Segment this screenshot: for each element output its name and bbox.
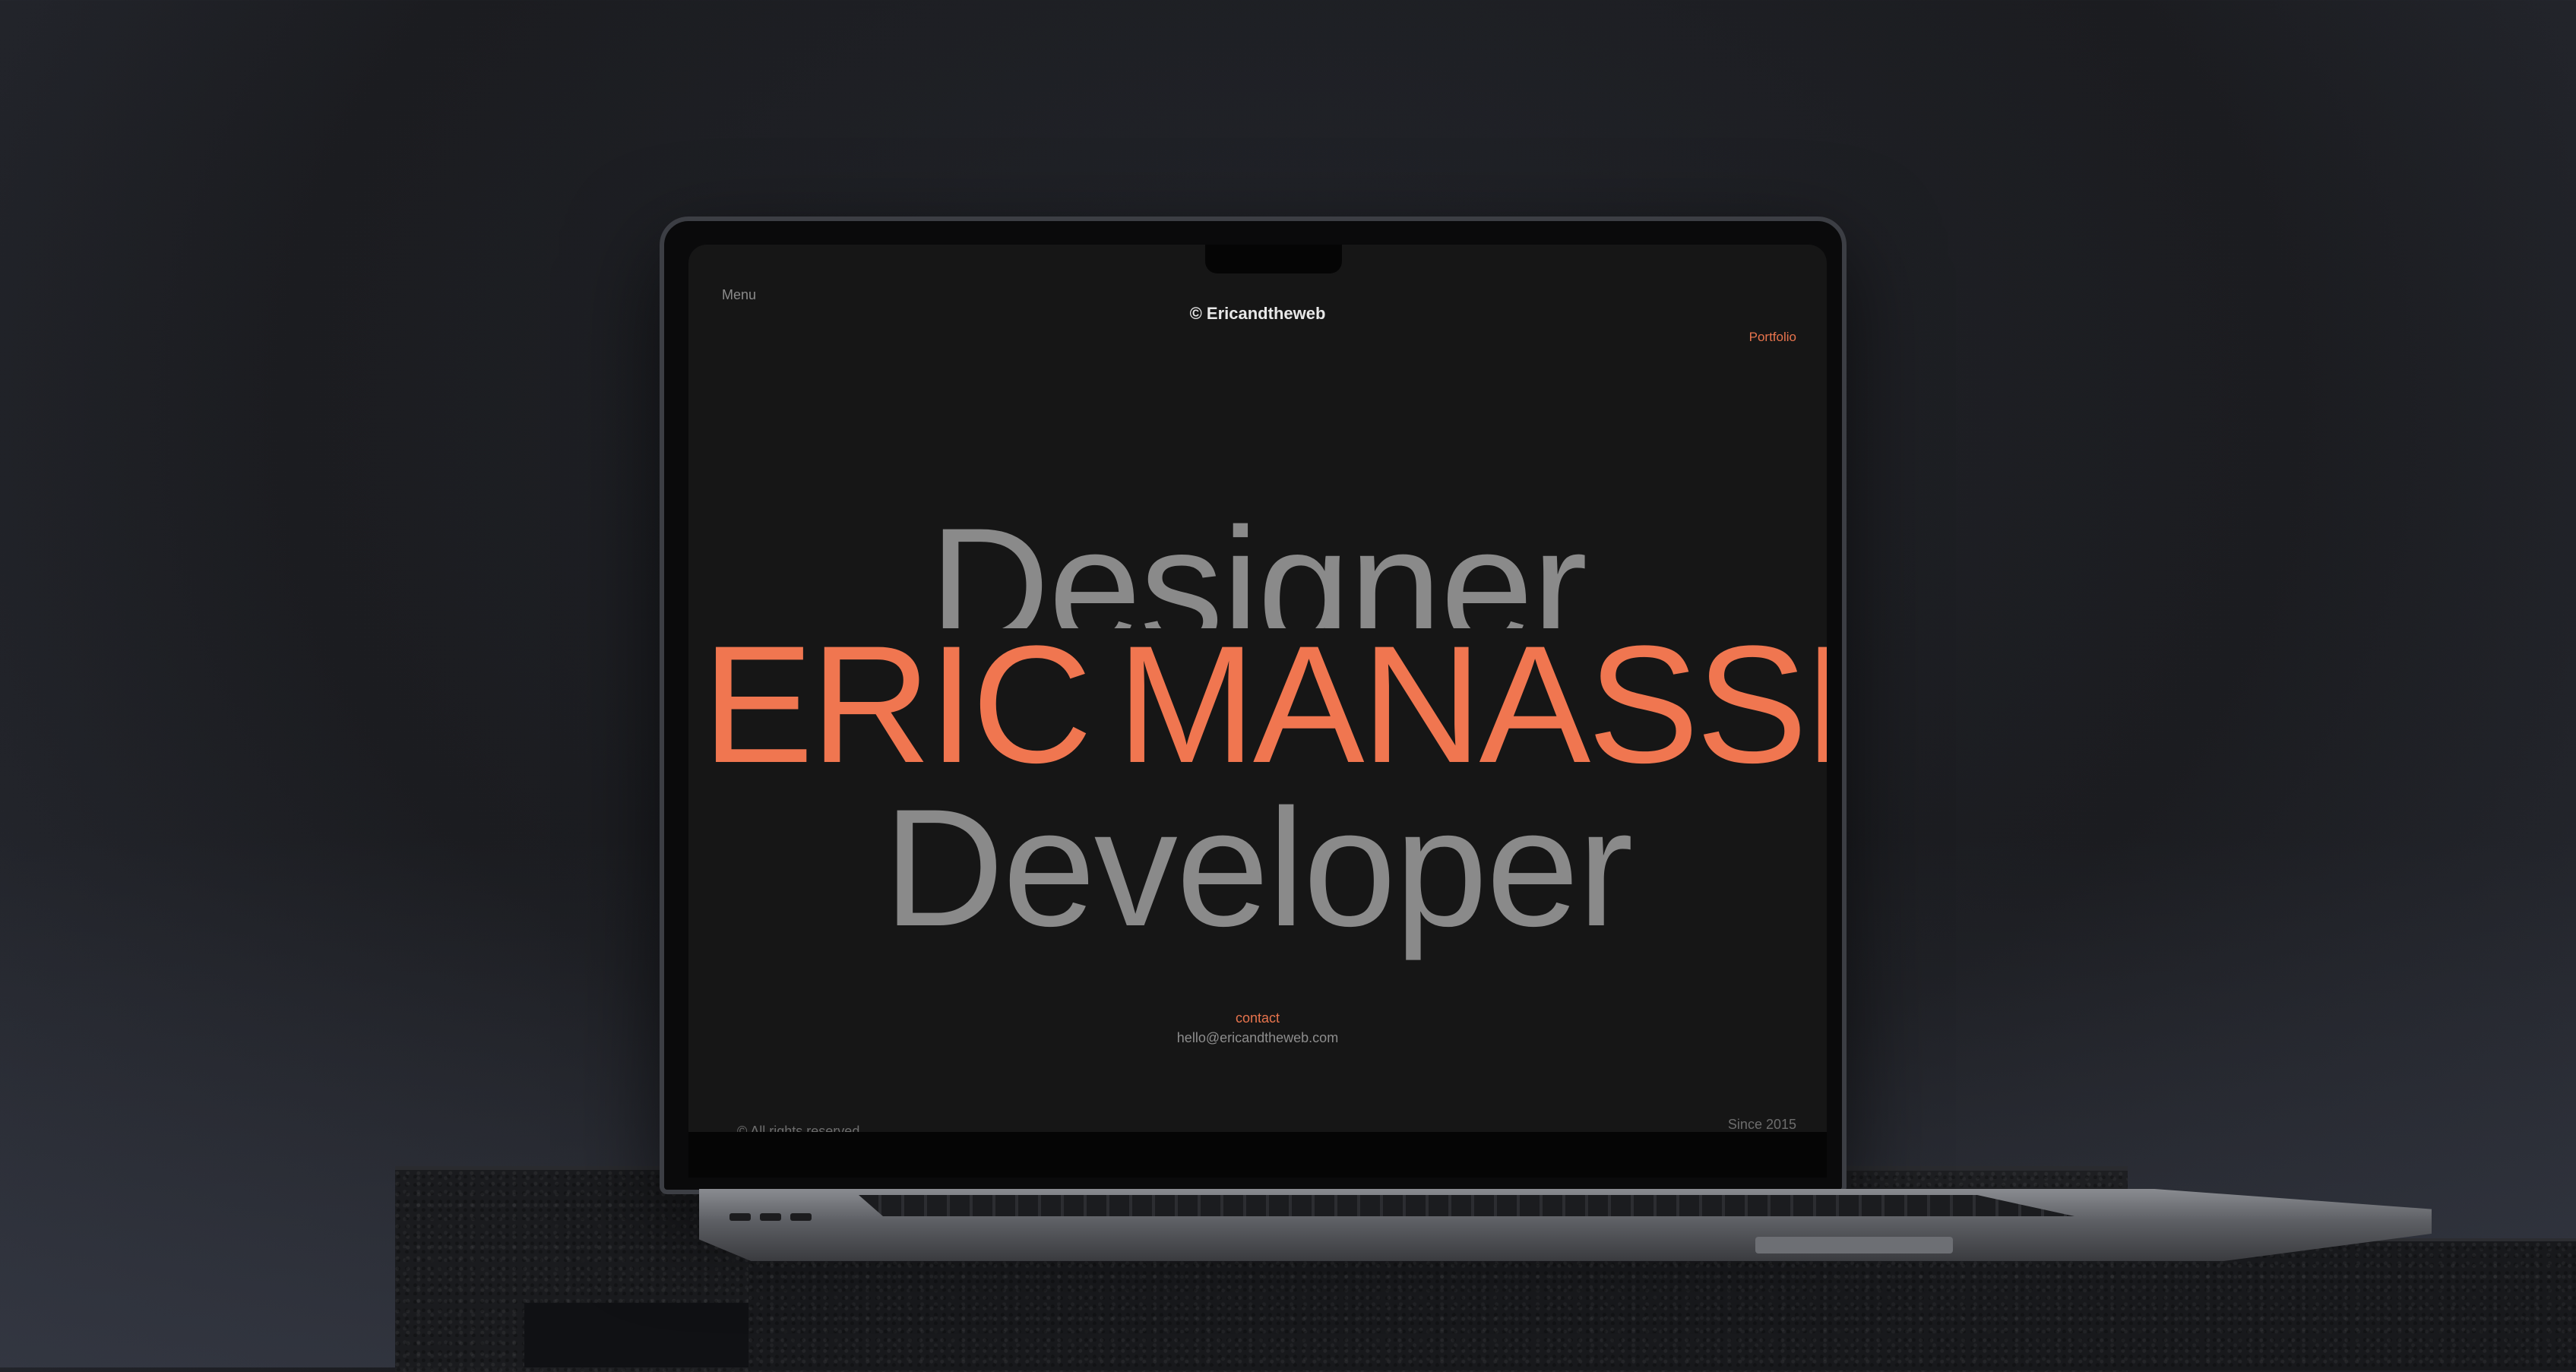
portfolio-link[interactable]: Portfolio (1749, 330, 1796, 345)
hero-name: ERICMANASSE (688, 621, 1827, 788)
hero-first-name: ERIC (702, 611, 1093, 798)
usb-port-1 (729, 1213, 751, 1221)
laptop-keyboard (859, 1195, 2074, 1216)
footer-copyright: © All rights reserved (737, 1124, 860, 1132)
laptop-chin (688, 1132, 1827, 1178)
contact-email-link[interactable]: hello@ericandtheweb.com (688, 1030, 1827, 1046)
camera-notch (1205, 245, 1342, 273)
role-designer: Designer (929, 495, 1587, 628)
foam-block-gap (524, 1303, 752, 1367)
menu-link[interactable]: Menu (722, 287, 756, 303)
usb-port-3 (790, 1213, 812, 1221)
footer-since: Since 2015 (1727, 1117, 1796, 1132)
role-developer: Developer (883, 774, 1634, 961)
brand-logo[interactable]: © Ericandtheweb (688, 304, 1827, 324)
usb-port-2 (760, 1213, 781, 1221)
hero-last-name: MANASSE (1116, 611, 1827, 798)
laptop-screen: Menu © Ericandtheweb Portfolio Designer … (688, 245, 1827, 1132)
laptop-trackpad (1755, 1237, 1953, 1253)
contact-label: contact (1235, 1010, 1280, 1026)
